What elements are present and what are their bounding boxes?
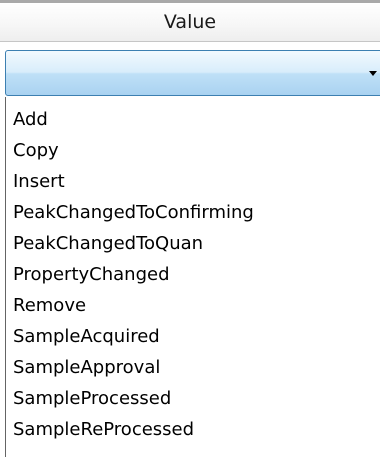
chevron-down-icon[interactable]	[369, 71, 377, 76]
dropdown-option[interactable]: Add	[6, 104, 254, 135]
dropdown-option[interactable]: PeakChangedToQuan	[6, 228, 254, 259]
dropdown-option[interactable]: Remove	[6, 290, 254, 321]
dropdown-option[interactable]: PropertyChanged	[6, 259, 254, 290]
dropdown-list[interactable]: Add Copy Insert PeakChangedToConfirming …	[5, 97, 380, 457]
dropdown-option[interactable]: PeakChangedToConfirming	[6, 197, 254, 228]
dropdown-option[interactable]: SampleApproval	[6, 352, 254, 383]
column-header[interactable]: Value	[0, 0, 380, 42]
dropdown-option[interactable]: Insert	[6, 166, 254, 197]
column-header-label: Value	[163, 11, 217, 33]
value-combo-box[interactable]	[5, 50, 380, 96]
dropdown-option[interactable]: SampleAcquired	[6, 321, 254, 352]
dropdown-option[interactable]: SampleProcessed	[6, 383, 254, 414]
dropdown-option[interactable]: SampleReProcessed	[6, 414, 254, 445]
dropdown-options: Add Copy Insert PeakChangedToConfirming …	[6, 104, 254, 445]
dropdown-option[interactable]: Copy	[6, 135, 254, 166]
